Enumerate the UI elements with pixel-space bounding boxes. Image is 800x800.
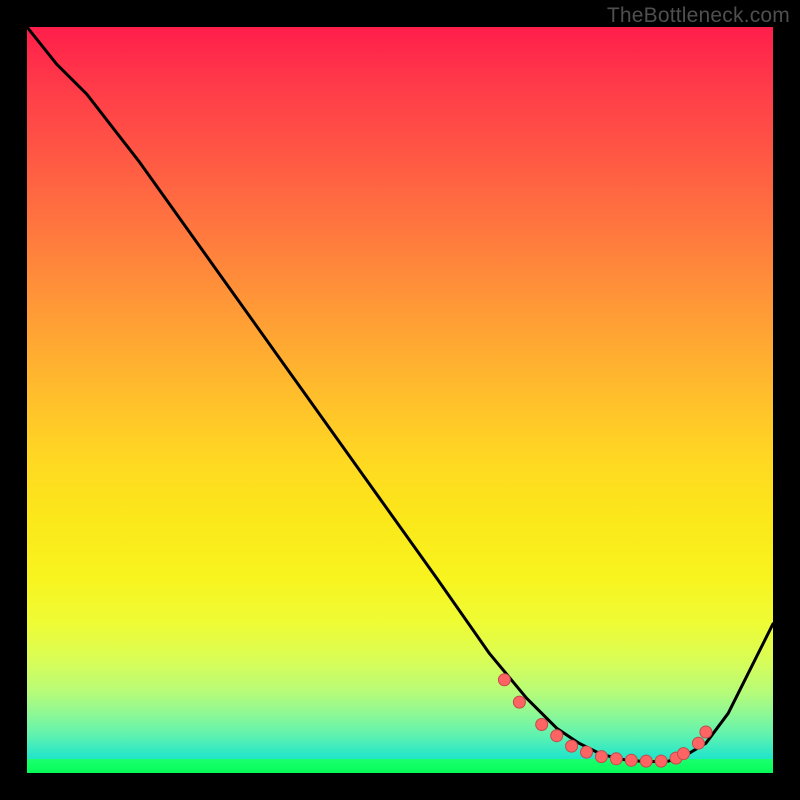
data-marker xyxy=(551,730,563,742)
data-marker xyxy=(610,753,622,765)
curve-layer xyxy=(27,27,773,773)
watermark-text: TheBottleneck.com xyxy=(607,4,790,28)
plot-area xyxy=(27,27,773,773)
data-marker xyxy=(678,748,690,760)
marker-group xyxy=(498,674,712,767)
data-marker xyxy=(513,696,525,708)
data-marker xyxy=(692,737,704,749)
chart-stage: TheBottleneck.com xyxy=(0,0,800,800)
data-marker xyxy=(655,755,667,767)
data-marker xyxy=(640,755,652,767)
data-marker xyxy=(566,740,578,752)
data-marker xyxy=(581,746,593,758)
data-marker xyxy=(498,674,510,686)
data-marker xyxy=(625,754,637,766)
data-marker xyxy=(536,719,548,731)
data-marker xyxy=(700,726,712,738)
main-curve xyxy=(27,27,773,762)
data-marker xyxy=(595,751,607,763)
